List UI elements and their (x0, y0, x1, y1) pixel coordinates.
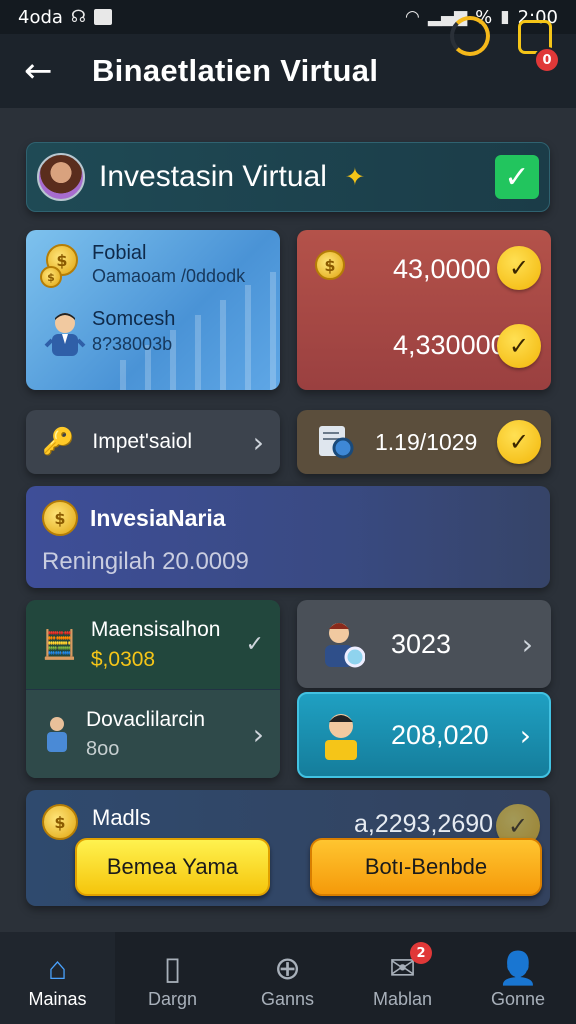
key-icon: 🔑 (42, 427, 75, 457)
home-icon: ⌂ (47, 949, 68, 986)
plus-circle-icon: ⊕ (274, 949, 301, 986)
document-search-icon (319, 426, 354, 459)
back-arrow-icon[interactable]: ← (24, 51, 64, 91)
balance-subtitle: Oamaoam /0ddodk (92, 266, 246, 286)
teal-value: 208,020 (391, 719, 489, 750)
counter-value: 1.19/1029 (375, 428, 478, 455)
nav-item-profile[interactable]: 👤 Gonne (460, 932, 576, 1024)
chevron-right-icon: › (521, 627, 533, 661)
worker-icon (47, 717, 67, 752)
coin-icon: $ (42, 804, 78, 840)
check-icon: ✓ (245, 632, 264, 657)
amount-value-2: 4,330000 (393, 330, 506, 360)
sync-icon[interactable] (450, 16, 490, 56)
bottom-panel-title: Madls (92, 805, 151, 830)
businessman-icon (44, 313, 86, 356)
calculator-coin-icon: 🧮 (42, 628, 77, 661)
secondary-action-button[interactable]: Botı-Benbde (310, 838, 542, 896)
battery-icon: ▮ (500, 7, 510, 27)
nav-item-home[interactable]: ⌂ Mainas (0, 932, 115, 1024)
chevron-right-icon: › (519, 718, 531, 752)
balance-card[interactable]: $ $ Fobial Oamaoam /0ddodk Somcesh 8?380… (26, 230, 280, 390)
nav-badge: 2 (410, 942, 432, 964)
amount-value-1: 43,0000 (393, 254, 491, 284)
chevron-right-icon: › (252, 425, 264, 459)
list-item-title: Maensisalhon (90, 617, 221, 641)
wifi-icon: ◠ (405, 7, 420, 27)
bottom-nav: ⌂ Mainas ▯ Dargn ⊕ Ganns ✉ Mablan 👤 Gonn… (0, 932, 576, 1024)
balance-value-2: 8?38003b (92, 334, 173, 354)
status-bar: 4oda ☊ ◠ ▂▄▆ % ▮ 2:00 (0, 0, 576, 34)
count-value: 3023 (391, 628, 452, 659)
check-circle-icon[interactable]: ✓ (497, 246, 541, 290)
nav-item-mail[interactable]: ✉ Mablan (345, 932, 460, 1024)
user-icon: 👤 (498, 949, 538, 986)
nav-item-add[interactable]: ⊕ Ganns (230, 932, 345, 1024)
nav-item-label: Dargn (147, 988, 198, 1009)
person-magnifier-icon (325, 623, 365, 668)
chevron-right-icon: › (252, 717, 264, 751)
coin-icon: $ (40, 266, 62, 288)
nav-item-label: Mainas (28, 988, 87, 1009)
list-item[interactable]: Dovaclilarcin 8oo › (26, 689, 280, 778)
verified-check-icon[interactable]: ✓ (495, 155, 539, 199)
coin-icon: $ (315, 250, 345, 280)
nav-item-label: Ganns (260, 988, 315, 1009)
invest-card[interactable]: $ InvesiaNaria Reningilah 20.0009 (26, 486, 550, 588)
teal-card[interactable]: 208,020 › (297, 692, 551, 778)
list-item[interactable]: 🧮 Maensisalhon $,0308 ✓ (26, 600, 280, 689)
check-circle-icon[interactable]: ✓ (497, 420, 541, 464)
invest-subtitle: Reningilah 20.0009 (42, 548, 249, 575)
page-title: Binaetlatien Virtual (92, 53, 379, 88)
profile-name: Investasin Virtual (99, 160, 327, 193)
count-card[interactable]: 3023 › (297, 600, 551, 688)
coin-icon: $ (42, 500, 78, 536)
profile-card[interactable]: Investasin Virtual ✦ ✓ (26, 142, 550, 212)
amount-card[interactable]: $ 43,0000 ✓ 4,330000 ✓ (297, 230, 551, 390)
nav-item-label: Gonne (490, 988, 546, 1009)
nav-item-card[interactable]: ▯ Dargn (115, 932, 230, 1024)
app-bar: ← Binaetlatien Virtual (0, 34, 576, 108)
check-circle-icon[interactable]: ✓ (497, 324, 541, 368)
notification-badge: 0 (534, 47, 560, 73)
balance-title-2: Somcesh (92, 308, 176, 330)
green-panel: 🧮 Maensisalhon $,0308 ✓ Dovaclilarcin 8o… (26, 600, 280, 778)
nav-item-label: Mablan (372, 988, 433, 1009)
person-laptop-icon (325, 714, 357, 760)
status-carrier: 4oda (18, 6, 63, 28)
counter-row[interactable]: 1.19/1029 ✓ (297, 410, 551, 474)
list-item-value: $,0308 (90, 647, 156, 671)
notification-square-icon (94, 9, 113, 25)
bottom-panel-amount: a,2293,2690 (354, 810, 494, 838)
card-icon: ▯ (163, 949, 182, 986)
list-item-title: Dovaclilarcin (86, 707, 206, 731)
impersial-label: Impet'saiol (92, 430, 193, 453)
invest-title: InvesiaNaria (90, 504, 226, 531)
balance-title: Fobial (92, 242, 147, 264)
impersial-row[interactable]: 🔑 Impet'saiol › (26, 410, 280, 474)
sparkle-icon: ✦ (344, 163, 366, 191)
headset-icon: ☊ (70, 7, 87, 27)
primary-action-button[interactable]: Bemea Yama (75, 838, 270, 896)
list-item-value: 8oo (86, 737, 120, 760)
avatar (37, 153, 85, 201)
